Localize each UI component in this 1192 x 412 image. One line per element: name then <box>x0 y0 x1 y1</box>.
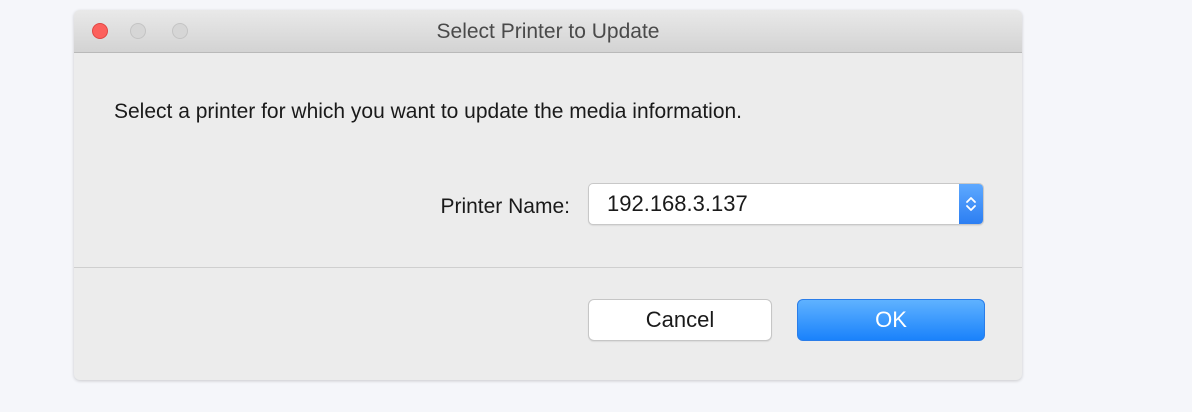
ok-button[interactable]: OK <box>797 299 985 341</box>
instruction-text: Select a printer for which you want to u… <box>114 100 743 123</box>
zoom-window-button[interactable] <box>172 23 188 39</box>
printer-name-select[interactable]: 192.168.3.137 <box>588 183 984 225</box>
window-title: Select Printer to Update <box>436 20 660 43</box>
up-down-chevron-icon[interactable] <box>959 184 983 224</box>
close-window-button[interactable] <box>92 23 108 39</box>
printer-name-label: Printer Name: <box>440 195 570 218</box>
divider <box>74 267 1022 268</box>
cancel-button[interactable]: Cancel <box>588 299 772 341</box>
minimize-window-button[interactable] <box>130 23 146 39</box>
printer-name-value: 192.168.3.137 <box>607 191 748 216</box>
select-printer-dialog: Select Printer to Update Select a printe… <box>74 10 1022 380</box>
title-bar[interactable]: Select Printer to Update <box>74 10 1022 53</box>
